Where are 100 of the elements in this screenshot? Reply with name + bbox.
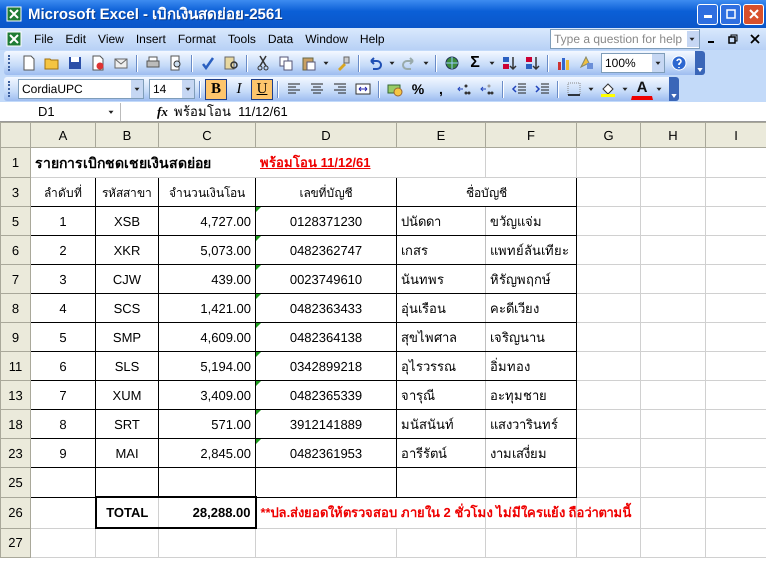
toolbar-options-button[interactable] bbox=[669, 77, 679, 101]
table-cell: CJW bbox=[96, 264, 158, 294]
restore-icon[interactable] bbox=[728, 34, 738, 44]
menu-item[interactable]: Data bbox=[262, 32, 300, 46]
table-cell: 3912141889 bbox=[256, 410, 396, 438]
maximize-button[interactable] bbox=[720, 4, 741, 24]
table-cell: ปนัดดา bbox=[396, 206, 486, 236]
scissors-icon bbox=[255, 55, 271, 71]
table-cell: 3,409.00 bbox=[158, 380, 256, 410]
menu-item[interactable]: File bbox=[28, 32, 60, 46]
error-indicator-icon bbox=[256, 352, 261, 357]
column-heading: ชื่อบัญชี bbox=[396, 178, 576, 206]
font-name-field[interactable]: CordiaUPC bbox=[18, 79, 144, 99]
paste-icon bbox=[301, 55, 317, 71]
close-icon bbox=[748, 9, 758, 19]
autosum-button[interactable]: Σ bbox=[464, 52, 486, 74]
row-header[interactable]: 1 bbox=[0, 148, 30, 178]
window-title: Microsoft Excel - เบิกเงินสดย่อย-2561 bbox=[28, 5, 284, 25]
font-size-field[interactable]: 14 bbox=[149, 79, 195, 99]
row-header[interactable]: 7 bbox=[0, 264, 30, 294]
copy-icon bbox=[278, 55, 294, 71]
caret-icon bbox=[697, 68, 703, 72]
table-cell: 5,194.00 bbox=[158, 352, 256, 380]
menu-item[interactable]: Window bbox=[299, 32, 354, 46]
column-header[interactable]: C bbox=[158, 122, 256, 148]
menu-item[interactable]: Edit bbox=[59, 32, 92, 46]
fill-icon bbox=[600, 81, 616, 97]
research-icon bbox=[223, 55, 239, 71]
error-indicator-icon bbox=[256, 207, 261, 212]
column-header[interactable]: I bbox=[706, 122, 766, 148]
column-header[interactable]: D bbox=[256, 122, 396, 148]
table-cell: XUM bbox=[96, 380, 158, 410]
table-cell: SLS bbox=[96, 352, 158, 380]
error-indicator-icon bbox=[256, 381, 261, 386]
error-indicator-icon bbox=[256, 410, 261, 415]
italic-button[interactable]: I bbox=[228, 78, 250, 100]
table-cell: คะดีเวียง bbox=[486, 294, 576, 322]
toolbar-options-button[interactable] bbox=[695, 51, 705, 75]
minimize-button[interactable] bbox=[697, 4, 718, 24]
row-header[interactable]: 9 bbox=[0, 322, 30, 352]
drawing-icon bbox=[579, 55, 595, 71]
table-cell: 0482364138 bbox=[256, 322, 396, 352]
bold-button[interactable]: B bbox=[205, 78, 227, 100]
menu-item[interactable]: Format bbox=[172, 32, 222, 46]
row-header[interactable]: 23 bbox=[0, 438, 30, 468]
name-box[interactable]: D1 bbox=[0, 102, 121, 120]
row-header[interactable]: 6 bbox=[0, 236, 30, 264]
table-cell: 0482362747 bbox=[256, 236, 396, 264]
underline-button[interactable]: U bbox=[251, 78, 273, 100]
menu-item[interactable]: Tools bbox=[222, 32, 262, 46]
excel-icon bbox=[6, 6, 22, 22]
sheet-title: รายการเบิกชดเชยเงินสดย่อย bbox=[35, 154, 211, 170]
row-header[interactable]: 8 bbox=[0, 294, 30, 322]
table-cell: อุไรวรรณ bbox=[396, 352, 486, 380]
column-header[interactable]: G bbox=[576, 122, 640, 148]
table-cell: XSB bbox=[96, 206, 158, 236]
table-cell: 2,845.00 bbox=[158, 438, 256, 468]
table-cell: อารีรัตน์ bbox=[396, 438, 486, 468]
row-header[interactable]: 27 bbox=[0, 528, 30, 558]
close-button[interactable] bbox=[743, 4, 764, 24]
row-header[interactable]: 26 bbox=[0, 497, 30, 528]
table-cell: หิรัญพฤกษ์ bbox=[486, 264, 576, 294]
row-header[interactable]: 5 bbox=[0, 206, 30, 236]
row-header[interactable]: 25 bbox=[0, 468, 30, 497]
menu-item[interactable]: View bbox=[92, 32, 130, 46]
table-cell: 6 bbox=[30, 352, 96, 380]
error-indicator-icon bbox=[256, 323, 261, 328]
column-header[interactable]: B bbox=[96, 122, 158, 148]
column-header[interactable]: H bbox=[640, 122, 706, 148]
column-heading: ลำดับที่ bbox=[30, 178, 96, 206]
comma-style-button[interactable]: , bbox=[430, 78, 452, 100]
total-amount: 28,288.00 bbox=[158, 497, 256, 528]
column-heading: รหัสสาขา bbox=[96, 178, 158, 206]
table-cell: 5 bbox=[30, 322, 96, 352]
row-header[interactable]: 18 bbox=[0, 410, 30, 438]
table-cell: 0482365339 bbox=[256, 380, 396, 410]
table-cell: 8 bbox=[30, 410, 96, 438]
help-search-field[interactable]: Type a question for help bbox=[550, 29, 700, 49]
note-text: **ปล.ส่งยอดให้ตรวจสอบ ภายใน 2 ชั่วโมง ไม่มีใครแย้ง ถือว่าตามนี้ bbox=[260, 505, 632, 520]
error-indicator-icon bbox=[256, 236, 261, 241]
table-cell: จารุณี bbox=[396, 380, 486, 410]
insert-function-button[interactable]: fx bbox=[157, 104, 168, 120]
error-indicator-icon bbox=[256, 439, 261, 444]
close-icon[interactable] bbox=[750, 34, 760, 44]
zoom-field[interactable]: 100% bbox=[601, 53, 665, 73]
row-header[interactable]: 3 bbox=[0, 178, 30, 206]
table-cell: 5,073.00 bbox=[158, 236, 256, 264]
column-header[interactable]: F bbox=[486, 122, 576, 148]
column-header[interactable]: E bbox=[396, 122, 486, 148]
table-cell: 0128371230 bbox=[256, 206, 396, 236]
table-cell: สุขไพศาล bbox=[396, 322, 486, 352]
column-header[interactable]: A bbox=[30, 122, 96, 148]
table-cell: แพทย์ลันเทียะ bbox=[486, 236, 576, 264]
row-header[interactable]: 13 bbox=[0, 380, 30, 410]
row-header[interactable]: 11 bbox=[0, 352, 30, 380]
percent-style-button[interactable]: % bbox=[407, 78, 429, 100]
formula-field[interactable]: พร้อมโอน 11/12/61 bbox=[174, 101, 766, 122]
error-indicator-icon bbox=[256, 265, 261, 270]
menu-item[interactable]: Insert bbox=[130, 32, 172, 46]
menu-item[interactable]: Help bbox=[354, 32, 391, 46]
